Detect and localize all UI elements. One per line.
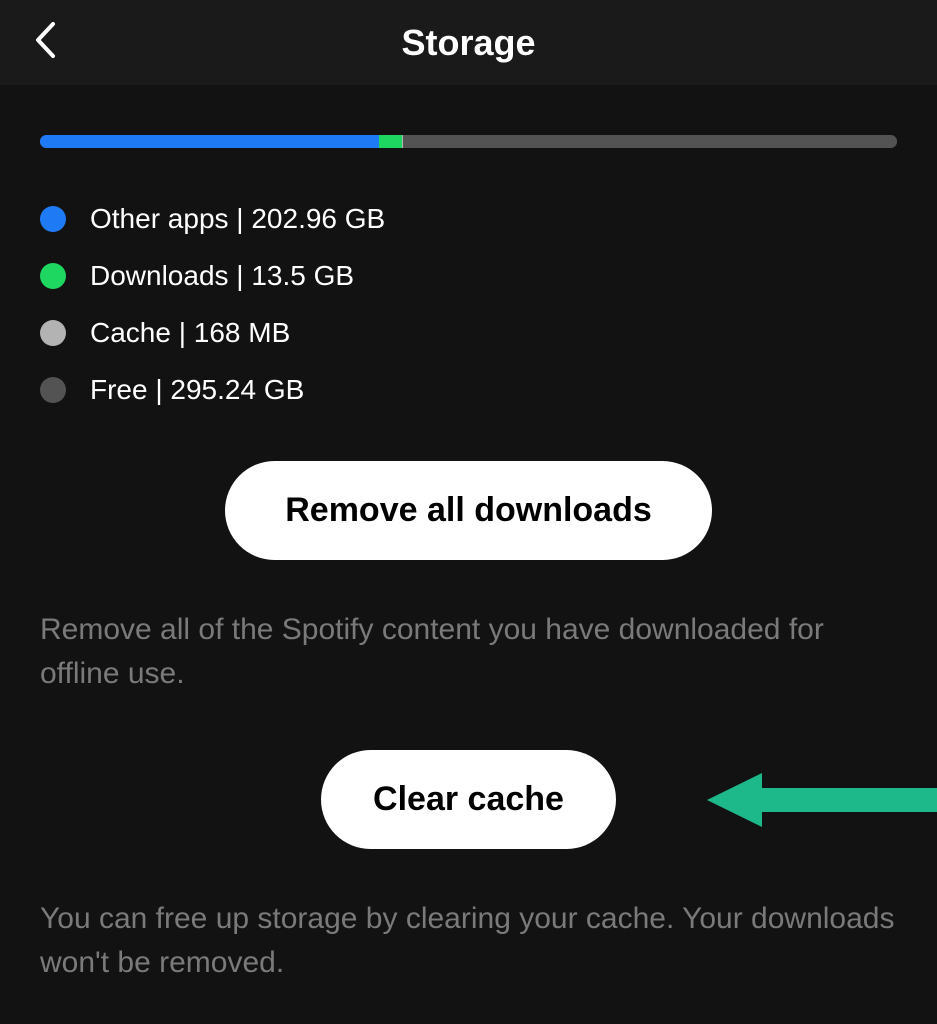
legend-label: Other apps | 202.96 GB <box>90 203 385 235</box>
legend-item-downloads: Downloads | 13.5 GB <box>40 260 897 292</box>
storage-bar <box>40 135 897 148</box>
dot-icon <box>40 263 66 289</box>
back-button[interactable] <box>25 23 65 63</box>
content-area: Other apps | 202.96 GB Downloads | 13.5 … <box>0 85 937 984</box>
remove-downloads-row: Remove all downloads <box>40 461 897 560</box>
storage-legend: Other apps | 202.96 GB Downloads | 13.5 … <box>40 203 897 406</box>
legend-label: Free | 295.24 GB <box>90 374 304 406</box>
chevron-left-icon <box>34 21 56 64</box>
clear-cache-button[interactable]: Clear cache <box>321 750 616 849</box>
legend-label: Downloads | 13.5 GB <box>90 260 354 292</box>
clear-cache-row: Clear cache <box>40 750 897 849</box>
header-bar: Storage <box>0 0 937 85</box>
storage-bar-downloads <box>379 135 401 148</box>
storage-bar-other <box>40 135 379 148</box>
annotation-arrow-icon <box>707 765 937 835</box>
dot-icon <box>40 377 66 403</box>
remove-all-downloads-button[interactable]: Remove all downloads <box>225 461 712 560</box>
dot-icon <box>40 206 66 232</box>
storage-bar-free <box>403 135 897 148</box>
clear-cache-description: You can free up storage by clearing your… <box>40 897 897 984</box>
legend-item-cache: Cache | 168 MB <box>40 317 897 349</box>
legend-item-other: Other apps | 202.96 GB <box>40 203 897 235</box>
remove-downloads-description: Remove all of the Spotify content you ha… <box>40 608 897 695</box>
dot-icon <box>40 320 66 346</box>
legend-item-free: Free | 295.24 GB <box>40 374 897 406</box>
page-title: Storage <box>401 22 535 64</box>
legend-label: Cache | 168 MB <box>90 317 290 349</box>
